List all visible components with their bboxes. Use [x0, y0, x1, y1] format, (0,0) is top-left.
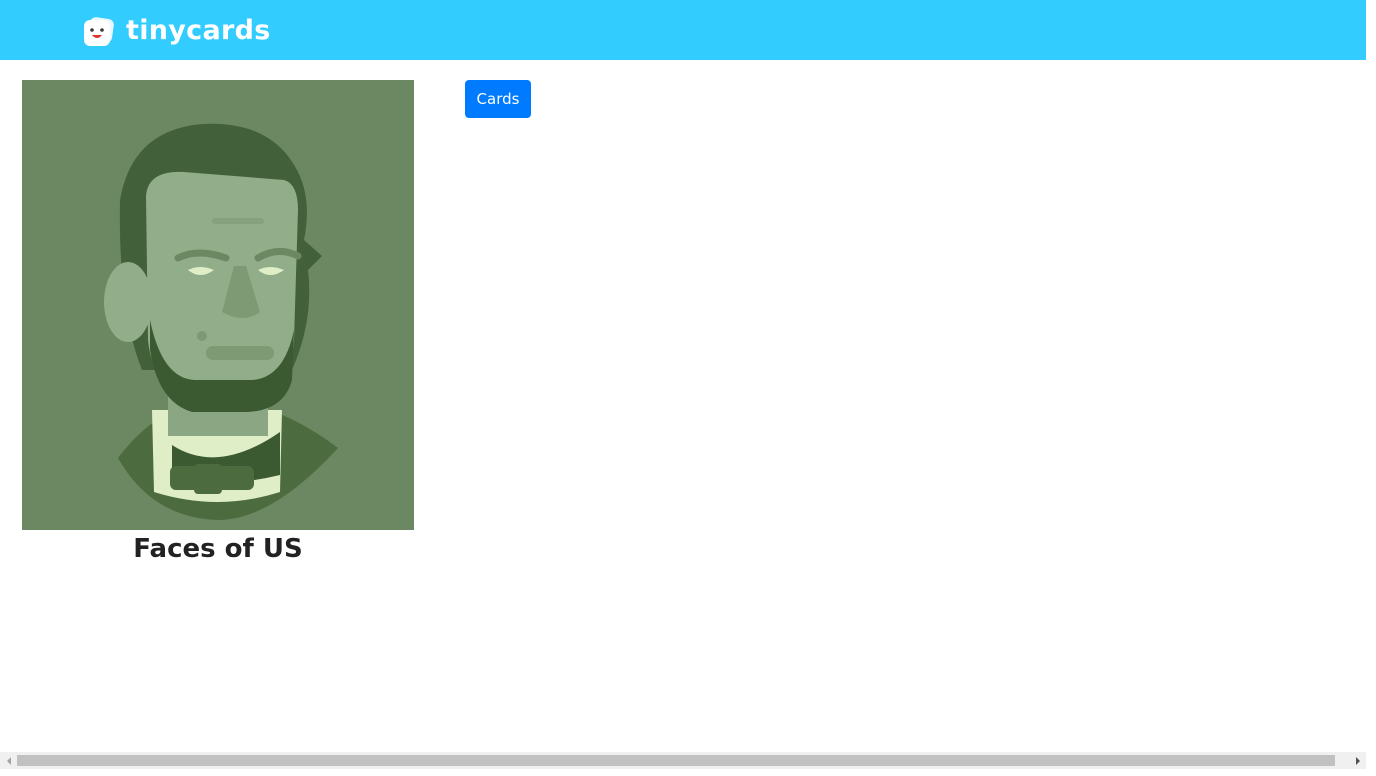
scroll-left-arrow-icon[interactable] [0, 752, 17, 769]
brand-logo[interactable]: tinycards [82, 14, 271, 50]
scrollbar-thumb[interactable] [17, 755, 1335, 766]
cards-button[interactable]: Cards [465, 80, 531, 118]
deck-title: Faces of US [133, 534, 303, 564]
top-navbar: tinycards [0, 0, 1366, 60]
scroll-right-arrow-icon[interactable] [1349, 752, 1366, 769]
horizontal-scrollbar[interactable] [0, 752, 1366, 769]
brand-name: tinycards [126, 14, 271, 46]
deck-cover-image[interactable] [22, 80, 414, 530]
tinycards-logo-icon [84, 17, 114, 46]
